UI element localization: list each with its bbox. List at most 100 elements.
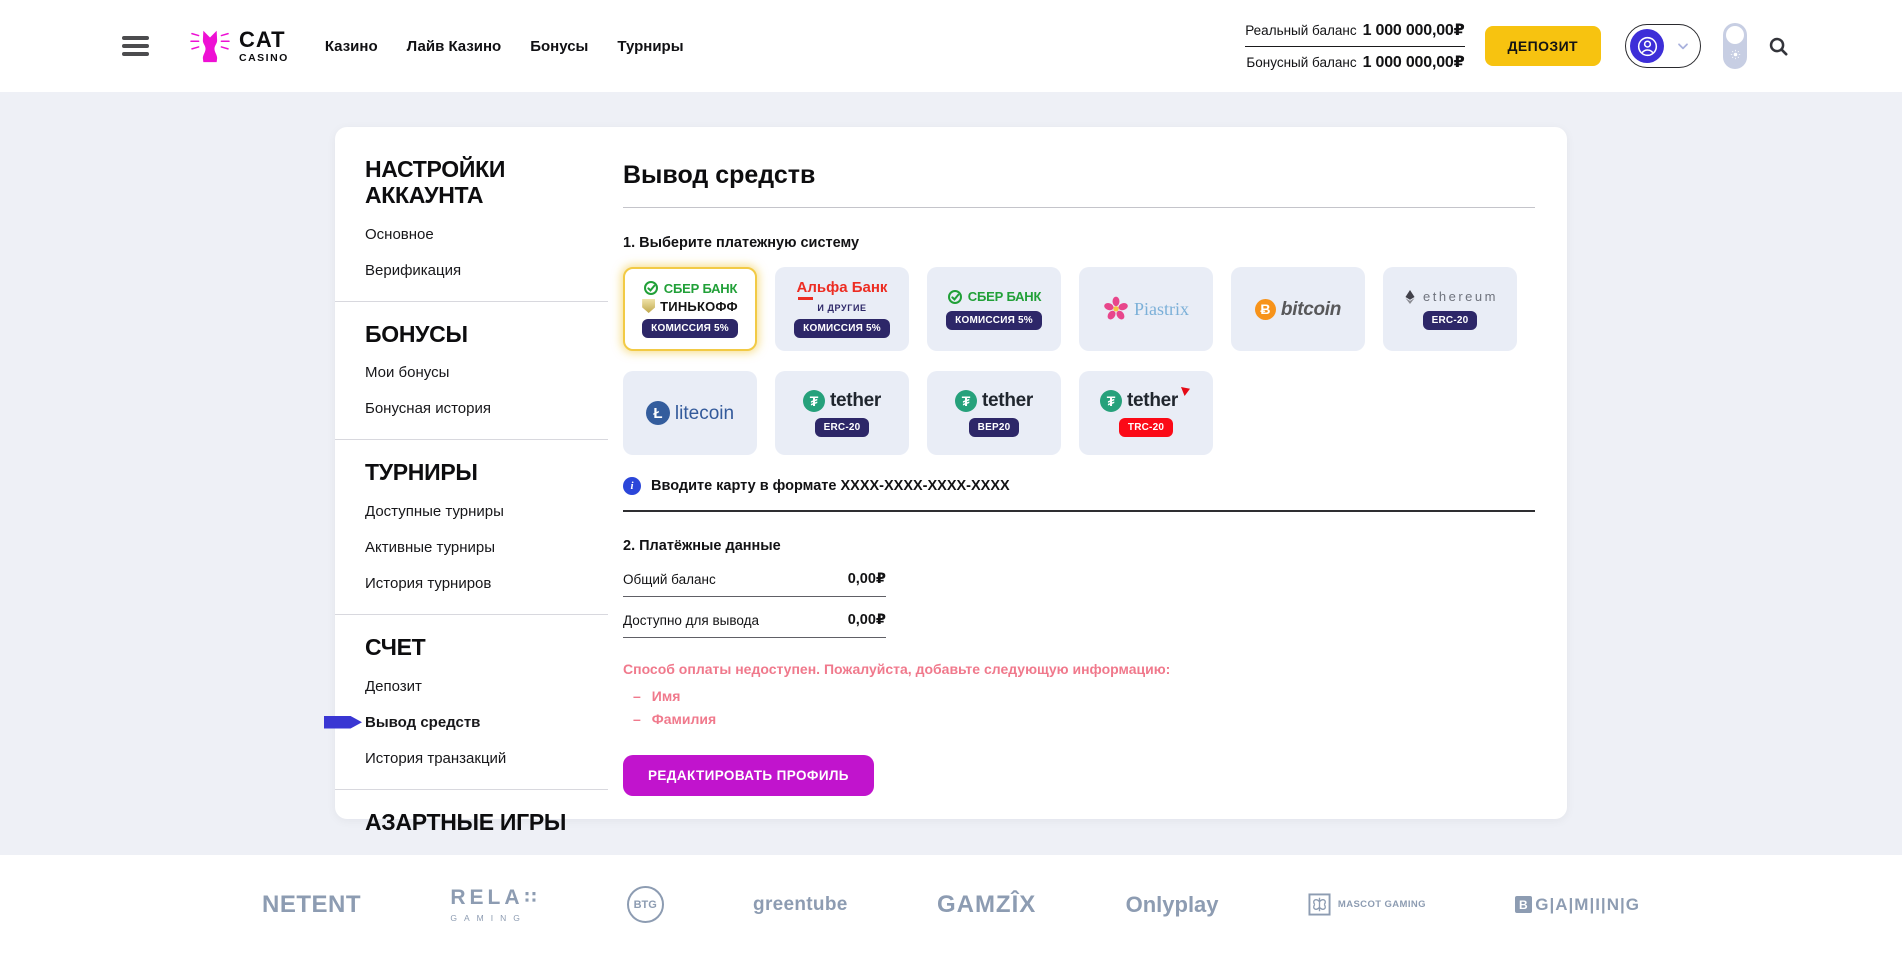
sidebar-item-label: История транзакций xyxy=(365,750,506,767)
balance-value: 1 000 000,00₽ xyxy=(1363,52,1465,72)
content: Вывод средств 1. Выберите платежную сист… xyxy=(623,127,1567,819)
sidebar-item-osnovnoe[interactable]: Основное xyxy=(365,226,583,243)
tinkoff-label: ТИНЬКОФФ xyxy=(660,300,738,313)
balance-summary-value: 0,00₽ xyxy=(848,612,886,628)
nav-item-bonusy[interactable]: Бонусы xyxy=(530,38,588,55)
active-pointer-icon xyxy=(324,715,362,730)
payment-method-ethereum[interactable]: ethereum ERC-20 xyxy=(1383,267,1517,351)
info-icon: i xyxy=(623,477,641,495)
payment-method-alfa-bank[interactable]: Альфа Банк И ДРУГИЕ КОМИССИЯ 5% xyxy=(775,267,909,351)
logo-title: CAT xyxy=(239,29,289,51)
bitcoin-label: bitcoin xyxy=(1281,300,1341,319)
cat-logo-icon xyxy=(189,27,231,65)
sidebar-section: ТУРНИРЫ Доступные турниры Активные турниры… xyxy=(335,460,608,615)
payment-method-line: СБЕР БАНК xyxy=(947,289,1041,305)
nav-item-live-kazino[interactable]: Лайв Казино xyxy=(407,38,502,55)
sidebar-item-label: Доступные турниры xyxy=(365,503,504,520)
alfa-label: Альфа Банк xyxy=(797,280,888,295)
header-right: Реальный баланс1 000 000,00₽Бонусный бал… xyxy=(1245,17,1790,75)
sidebar-section-title: БОНУСЫ xyxy=(365,322,583,348)
payment-method-line: ₮tether xyxy=(1100,390,1192,412)
provider-logo-onlyplay: Onlyplay xyxy=(1126,892,1219,918)
payment-method-tether-trc20[interactable]: ₮tether TRC-20 xyxy=(1079,371,1213,455)
sidebar-item-verifikaciya[interactable]: Верификация xyxy=(365,262,583,279)
payment-method-tether-erc20[interactable]: ₮tetherERC-20 xyxy=(775,371,909,455)
sber-icon xyxy=(643,280,659,296)
sidebar-item-label: Верификация xyxy=(365,262,461,279)
balance-label: Реальный баланс xyxy=(1245,23,1356,38)
hamburger-menu-icon[interactable] xyxy=(122,36,149,56)
info-text: Вводите карту в формате ХХХХ-ХХХХ-ХХХХ-Х… xyxy=(651,478,1010,494)
payment-balances: Общий баланс0,00₽ Доступно для вывода 0,00… xyxy=(623,556,1535,638)
theme-toggle[interactable] xyxy=(1723,23,1747,69)
main-nav: Казино Лайв Казино Бонусы Турниры xyxy=(325,38,684,55)
commission-badge: TRC-20 xyxy=(1119,418,1173,437)
deposit-button[interactable]: ДЕПОЗИТ xyxy=(1485,26,1601,66)
sidebar-item-aktivnye-turniry[interactable]: Активные турниры xyxy=(365,539,583,556)
chevron-down-icon xyxy=(1675,38,1691,54)
sidebar-item-moi-bonusy[interactable]: Мои бонусы xyxy=(365,364,583,381)
balance-summary-row: Общий баланс0,00₽ xyxy=(623,556,886,597)
missing-fields-list: ИмяФамилия xyxy=(623,688,1535,727)
commission-badge: КОМИССИЯ 5% xyxy=(642,319,738,338)
relax-dots-icon: ∷ xyxy=(525,888,538,908)
payment-method-line: Альфа Банк xyxy=(797,280,888,300)
sidebar-section-title: ТУРНИРЫ xyxy=(365,460,583,486)
page-title: Вывод средств xyxy=(623,161,1535,190)
sber-icon xyxy=(947,289,963,305)
sidebar-item-istoriya-tranzakcij[interactable]: История транзакций xyxy=(365,750,583,767)
provider-logo-text: MASCOT GAMING xyxy=(1338,899,1426,910)
sidebar-section: НАСТРОЙКИ АККАУНТАОсновноеВерификация xyxy=(335,157,608,302)
nav-item-turniry[interactable]: Турниры xyxy=(617,38,683,55)
avatar-icon xyxy=(1630,29,1664,63)
sidebar-item-dostupnye-turniry[interactable]: Доступные турниры xyxy=(365,503,583,520)
tether-icon: ₮ xyxy=(955,390,977,412)
sidebar-item-label: Активные турниры xyxy=(365,539,495,556)
logo[interactable]: CAT CASINO xyxy=(189,27,289,65)
payment-method-piastrix[interactable]: Piastrix xyxy=(1079,267,1213,351)
sidebar-item-label: Основное xyxy=(365,226,434,243)
payment-method-line: Ƀbitcoin xyxy=(1255,299,1341,320)
provider-logo-text: RELA∷ xyxy=(450,886,537,910)
sun-icon xyxy=(1730,49,1741,60)
tether-label: tether xyxy=(830,391,881,410)
payment-method-line: ₮tether xyxy=(803,390,881,412)
sber-label: СБЕР БАНК xyxy=(664,282,737,295)
sidebar-item-bonusnaya-istoriya[interactable]: Бонусная история xyxy=(365,400,583,417)
piastrix-flower-icon xyxy=(1103,296,1129,322)
sidebar-item-istoriya-turnirov[interactable]: История турниров xyxy=(365,575,583,592)
commission-badge: ERC-20 xyxy=(1423,311,1478,330)
provider-logo-btg: BTG xyxy=(627,886,664,923)
balance-summary-label: Доступно для вывода xyxy=(623,613,759,628)
sidebar-item-vyvod-sredstv[interactable]: Вывод средств xyxy=(365,714,583,731)
warning-text: Способ оплаты недоступен. Пожалуйста, до… xyxy=(623,661,1535,677)
payment-method-tether-bep20[interactable]: ₮tetherBEP20 xyxy=(927,371,1061,455)
ethereum-label: ethereum xyxy=(1423,290,1498,303)
ethereum-icon xyxy=(1402,289,1418,305)
payment-method-litecoin[interactable]: Łlitecoin xyxy=(623,371,757,455)
sidebar-item-depozit[interactable]: Депозит xyxy=(365,678,583,695)
edit-profile-button[interactable]: РЕДАКТИРОВАТЬ ПРОФИЛЬ xyxy=(623,755,874,796)
sidebar-item-label: Вывод средств xyxy=(365,714,480,731)
tron-icon xyxy=(1181,387,1190,396)
divider xyxy=(623,207,1535,208)
tether-label: tether xyxy=(1127,391,1178,410)
mascot-ornament-icon xyxy=(1308,893,1331,916)
balance-row: Бонусный баланс1 000 000,00₽ xyxy=(1246,49,1464,75)
header: CAT CASINO Казино Лайв Казино Бонусы Турнир… xyxy=(0,0,1902,92)
provider-logo-gamzix: GAMZÎX xyxy=(937,891,1036,919)
alfa-underline-icon xyxy=(798,297,813,300)
commission-badge: КОМИССИЯ 5% xyxy=(794,319,890,338)
account-menu[interactable] xyxy=(1625,24,1701,68)
search-icon[interactable] xyxy=(1767,35,1790,58)
caption-label: И ДРУГИЕ xyxy=(817,304,866,313)
nav-item-kazino[interactable]: Казино xyxy=(325,38,378,55)
payment-method-line: Piastrix xyxy=(1103,296,1189,322)
payment-method-bitcoin[interactable]: Ƀbitcoin xyxy=(1231,267,1365,351)
provider-logo-greentube: greentube xyxy=(753,894,848,916)
payment-method-line: ₮tether xyxy=(955,390,1033,412)
payment-method-sber-tinkoff[interactable]: СБЕР БАНК ТИНЬКОФФ КОМИССИЯ 5% xyxy=(623,267,757,351)
balance-value: 1 000 000,00₽ xyxy=(1363,20,1465,40)
payment-method-sber-bank[interactable]: СБЕР БАНККОМИССИЯ 5% xyxy=(927,267,1061,351)
provider-logo-text: G|A|M|I|N|G xyxy=(1535,895,1640,915)
